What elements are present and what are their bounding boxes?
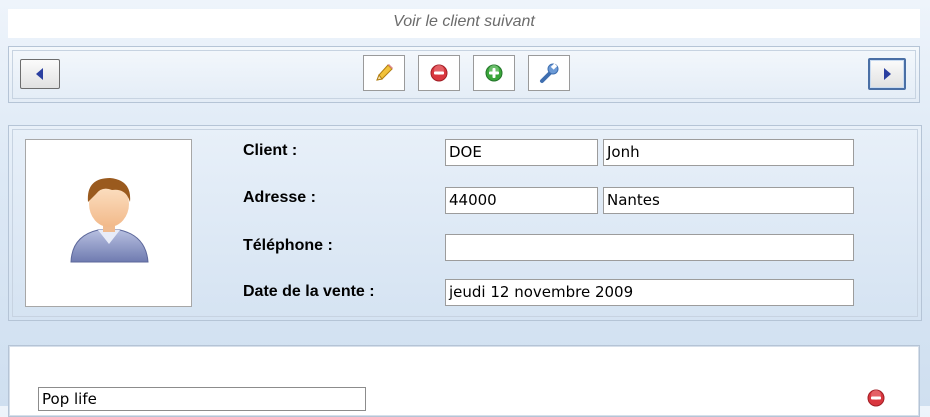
- user-avatar-icon: [70, 178, 149, 263]
- city-field[interactable]: Nantes: [603, 187, 854, 214]
- address-label: Adresse :: [243, 189, 316, 206]
- client-first-name-field[interactable]: Jonh: [603, 139, 854, 166]
- phone-label: Téléphone :: [243, 237, 333, 254]
- delete-button[interactable]: [418, 55, 460, 91]
- add-icon: [485, 64, 503, 82]
- settings-button[interactable]: [528, 55, 570, 91]
- client-photo: [25, 139, 192, 307]
- wrench-icon: [540, 63, 559, 83]
- next-record-button[interactable]: [868, 58, 906, 90]
- remove-icon: [430, 64, 448, 82]
- previous-record-button[interactable]: [20, 59, 60, 89]
- pencil-icon: [376, 64, 393, 81]
- phone-field[interactable]: [445, 234, 854, 261]
- caption-bar: Voir le client suivant: [8, 9, 920, 38]
- caption-text: Voir le client suivant: [393, 13, 535, 30]
- toolbar-frame: [12, 50, 916, 99]
- postal-code-field[interactable]: 44000: [445, 187, 598, 214]
- arrow-left-icon: [36, 68, 43, 80]
- arrow-right-icon: [884, 68, 891, 80]
- navigation-toolbar: [8, 46, 920, 103]
- sale-date-field[interactable]: jeudi 12 novembre 2009: [445, 279, 854, 306]
- remove-icon: [867, 389, 885, 407]
- client-label: Client :: [243, 142, 298, 159]
- client-last-name-field[interactable]: DOE: [445, 139, 598, 166]
- delete-item-button[interactable]: [866, 388, 886, 408]
- item-title-field[interactable]: Pop life: [38, 387, 366, 411]
- add-button[interactable]: [473, 55, 515, 91]
- sale-date-label: Date de la vente :: [243, 283, 375, 300]
- edit-button[interactable]: [363, 55, 405, 91]
